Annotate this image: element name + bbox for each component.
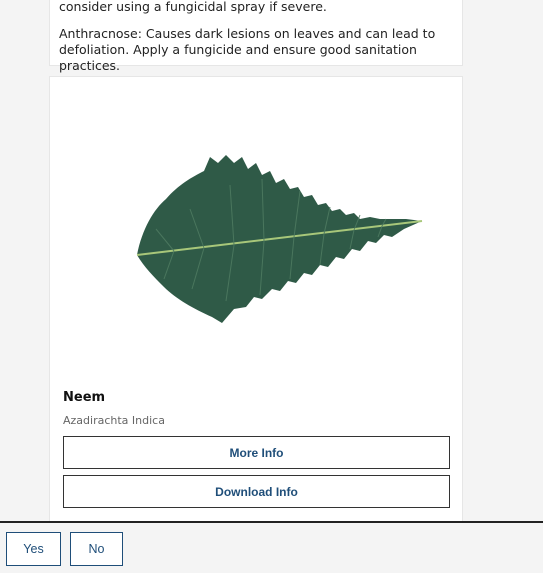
no-button[interactable]: No	[70, 532, 123, 566]
chat-transcript[interactable]: consider using a fungicidal spray if sev…	[0, 0, 543, 521]
plant-card-neem: Neem Azadirachta Indica More Info Downlo…	[49, 76, 463, 521]
disease-info-message: consider using a fungicidal spray if sev…	[49, 0, 463, 73]
quick-reply-bar: Yes No	[0, 523, 543, 573]
more-info-button[interactable]: More Info	[63, 436, 450, 469]
treatment-text: consider using a fungicidal spray if sev…	[59, 0, 327, 14]
plant-scientific-name: Azadirachta Indica	[63, 414, 165, 427]
yes-button[interactable]: Yes	[6, 532, 61, 566]
anthracnose-text: Anthracnose: Causes dark lesions on leav…	[59, 26, 436, 73]
download-info-button[interactable]: Download Info	[63, 475, 450, 508]
neem-leaf-image	[134, 149, 426, 327]
plant-common-name: Neem	[63, 390, 106, 405]
